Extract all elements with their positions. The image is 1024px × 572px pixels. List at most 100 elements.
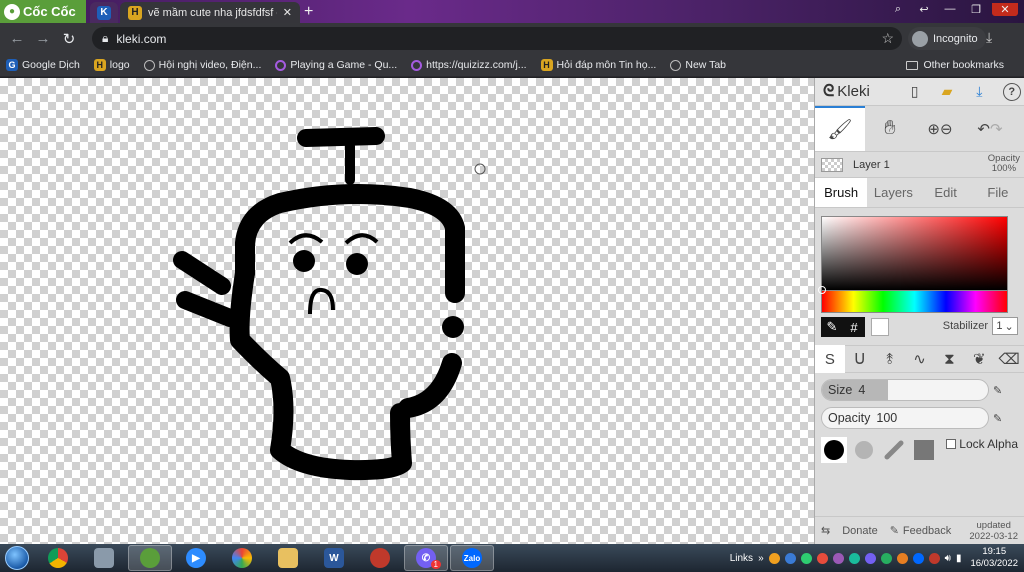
bookmark-hoi-nghi[interactable]: Hội nghị video, Điện... [143, 59, 261, 71]
tray-app-icon[interactable] [896, 552, 908, 564]
network-icon[interactable]: ▮ [956, 553, 962, 564]
taskbar-coccoc[interactable] [128, 545, 172, 571]
taskbar-word[interactable]: W [312, 545, 356, 571]
red-app-icon [370, 548, 390, 568]
kleki-brand-label: Kleki [837, 83, 870, 100]
help-button[interactable]: ? [1000, 81, 1024, 103]
tab-layers[interactable]: Layers [867, 178, 919, 207]
bookmark-quizizz[interactable]: https://quizizz.com/j... [411, 59, 527, 71]
taskbar-viber[interactable]: ✆ 1 [404, 545, 448, 571]
tab-active[interactable]: H vẽ mầm cute nha jfdsfdfsf cả ✕ [120, 2, 300, 23]
bookmark-google-dich[interactable]: G Google Dịch [6, 59, 80, 71]
blend-brush-button[interactable]: ᑌ [845, 345, 875, 373]
stabilizer: Stabilizer 1 ⌄ [943, 317, 1018, 335]
address-bar[interactable]: 🔒︎ kleki.com ☆ [92, 27, 902, 50]
color-picker-field[interactable] [818, 216, 1008, 294]
tray-app-icon[interactable] [784, 552, 796, 564]
taskbar-chrome[interactable] [36, 545, 80, 571]
opacity-slider[interactable]: Opacity 100 [821, 407, 989, 429]
stabilizer-select[interactable]: 1 ⌄ [992, 317, 1018, 335]
hue-slider[interactable] [821, 291, 1008, 313]
round-shape-button[interactable] [821, 437, 847, 463]
brush-tool-button[interactable]: 🖌︎ [815, 106, 865, 151]
bookmark-new-tab[interactable]: New Tab [670, 59, 726, 71]
tray-chevron-icon[interactable]: » [758, 553, 764, 564]
undo-icon[interactable]: ↶ [977, 120, 990, 138]
links-toolbar[interactable]: Links [730, 553, 753, 564]
tray-app-icon[interactable] [864, 552, 876, 564]
bookmark-logo[interactable]: H logo [93, 59, 130, 71]
layer-preview[interactable]: Layer 1 Opacity 100% [815, 152, 1024, 178]
restore-button[interactable]: ❐ [966, 3, 986, 16]
taskbar-zoom[interactable]: ▶ [174, 545, 218, 571]
other-bookmarks[interactable]: Other bookmarks [906, 59, 1004, 71]
back-icon[interactable]: ↩ [914, 3, 934, 16]
pixel-brush-button[interactable]: ∿ [905, 345, 935, 373]
forward-button[interactable]: → [30, 30, 56, 47]
taskbar-zalo[interactable]: Zalo [450, 545, 494, 571]
taskbar-photos[interactable] [220, 545, 264, 571]
tray-app-icon[interactable] [832, 552, 844, 564]
pen-brush-button[interactable]: S [815, 345, 845, 373]
size-slider[interactable]: Size 4 [821, 379, 989, 401]
eyedropper-icon[interactable]: ✎ [821, 317, 843, 337]
taskbar-explorer[interactable] [266, 545, 310, 571]
volume-icon[interactable]: 🔊︎ [945, 553, 951, 564]
eraser-button[interactable]: ⌫ [994, 345, 1024, 373]
secondary-color-swatch[interactable] [871, 318, 889, 336]
clock[interactable]: 19:15 16/03/2022 [970, 546, 1018, 570]
tray-app-icon[interactable] [800, 552, 812, 564]
lock-alpha-toggle[interactable]: Lock Alpha [946, 437, 1018, 451]
tray-app-icon[interactable] [928, 552, 940, 564]
smudge-brush-button[interactable]: ❦ [964, 345, 994, 373]
download-icon[interactable]: ⤓ [986, 29, 992, 46]
tray-app-icon[interactable] [848, 552, 860, 564]
donate-link[interactable]: Donate [836, 525, 883, 537]
new-image-icon[interactable]: ▯ [902, 81, 926, 103]
browser-brand[interactable]: ● Cốc Cốc [0, 0, 86, 23]
tab-pinned[interactable]: K [90, 2, 118, 23]
tab-file[interactable]: File [972, 178, 1024, 207]
swap-side-icon[interactable]: ⇆ [815, 524, 836, 537]
reload-button[interactable]: ↻ [56, 30, 82, 48]
new-tab-button[interactable]: + [304, 3, 313, 21]
tab-close-icon[interactable]: ✕ [283, 6, 292, 19]
hex-input-button[interactable]: # [843, 317, 865, 337]
tab-search-icon[interactable]: ⌕ [888, 3, 908, 16]
tray-app-icon[interactable] [880, 552, 892, 564]
soft-shape-button[interactable] [851, 437, 877, 463]
chemy-brush-button[interactable]: ⧗ [934, 345, 964, 373]
drawing-canvas[interactable] [0, 78, 814, 544]
bookmark-hoi-dap[interactable]: H Hỏi đáp môn Tin họ... [540, 59, 656, 71]
zoom-out-icon[interactable]: ⊖ [940, 120, 953, 138]
taskbar-app[interactable] [82, 545, 126, 571]
zoom-buttons[interactable]: ⊕ ⊖ [915, 106, 965, 151]
bookmark-star-icon[interactable]: ☆ [881, 30, 894, 47]
tray-app-icon[interactable] [816, 552, 828, 564]
open-folder-icon[interactable]: ▰ [935, 81, 959, 103]
lock-alpha-checkbox[interactable] [946, 439, 957, 449]
redo-icon[interactable]: ↷ [990, 120, 1003, 138]
chisel-shape-button[interactable] [881, 437, 907, 463]
tray-app-icon[interactable] [912, 552, 924, 564]
zoom-in-icon[interactable]: ⊕ [927, 120, 940, 138]
minimize-button[interactable]: — [940, 3, 960, 15]
undo-redo-buttons[interactable]: ↶ ↷ [965, 106, 1015, 151]
square-shape-button[interactable] [911, 437, 937, 463]
tray-app-icon[interactable] [768, 552, 780, 564]
hand-tool-button[interactable]: ✋︎ [865, 106, 915, 151]
tab-brush[interactable]: Brush [815, 178, 868, 207]
feedback-link[interactable]: ✎ Feedback [884, 524, 958, 538]
taskbar-app2[interactable] [358, 545, 402, 571]
back-button[interactable]: ← [4, 30, 30, 47]
color-picker-cursor[interactable] [818, 286, 826, 294]
sketchy-brush-button[interactable]: ⥉ [875, 345, 905, 373]
incognito-badge[interactable]: Incognito [908, 27, 986, 50]
start-button[interactable] [0, 544, 34, 572]
size-edit-icon[interactable]: ✎ [993, 384, 1002, 397]
bookmark-playing-game[interactable]: Playing a Game - Qu... [275, 59, 397, 71]
download-icon[interactable]: ⤓ [967, 81, 991, 103]
tab-edit[interactable]: Edit [920, 178, 972, 207]
opacity-edit-icon[interactable]: ✎ [993, 412, 1002, 425]
close-window-button[interactable]: ✕ [992, 2, 1018, 16]
